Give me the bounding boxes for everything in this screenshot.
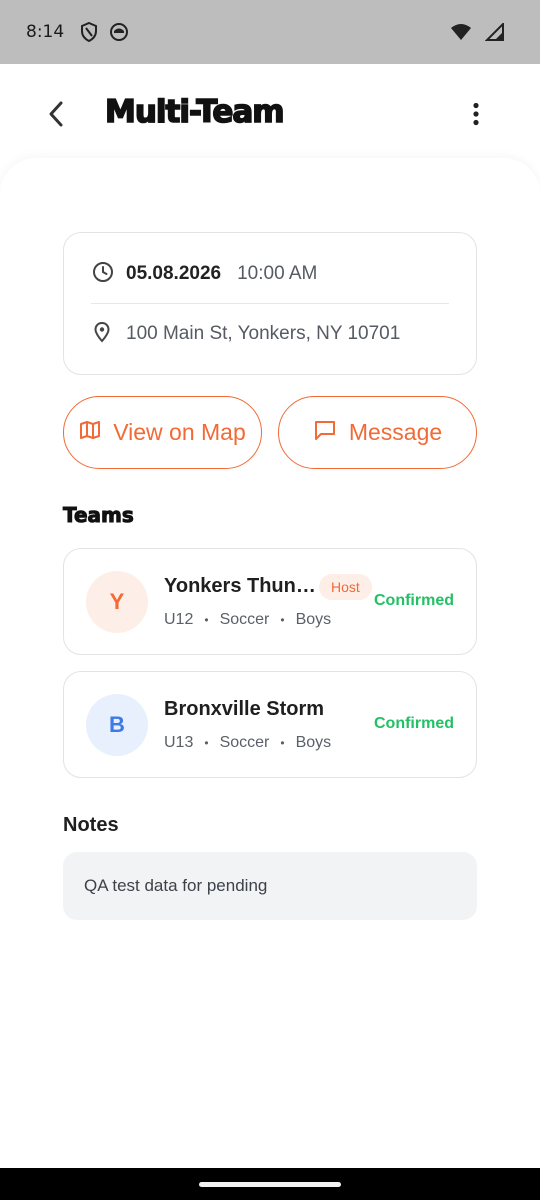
team-meta: U13 • Soccer • Boys [164, 734, 331, 752]
map-icon [79, 419, 101, 446]
more-options-button[interactable] [456, 96, 496, 136]
clock-icon [92, 261, 114, 288]
view-on-map-label: View on Map [113, 419, 246, 445]
team-age-group: U12 [164, 611, 194, 628]
location-pin-icon [92, 321, 112, 348]
team-gender: Boys [295, 611, 332, 628]
date-time-row: 05.08.2026 10:00 AM [92, 259, 317, 289]
wifi-icon [450, 21, 472, 43]
address-row: 100 Main St, Yonkers, NY 10701 [92, 319, 400, 349]
signal-icon [484, 21, 506, 43]
team-name: Bronxville Storm [164, 698, 325, 720]
notes-box: QA test data for pending [63, 852, 477, 920]
separator-dot: • [204, 736, 209, 750]
team-sport: Soccer [219, 611, 270, 628]
view-on-map-button[interactable]: View on Map [63, 396, 262, 469]
status-time: 8:14 [26, 22, 65, 42]
app-bar: Multi-Team [0, 64, 540, 168]
notes-heading: Notes [63, 814, 119, 836]
host-badge: Host [319, 574, 372, 600]
notes-text: QA test data for pending [84, 876, 268, 895]
page-title: Multi-Team [104, 93, 285, 131]
team-card[interactable]: B Bronxville Storm U13 • Soccer • Boys C… [63, 671, 477, 778]
app-notification-icon [108, 21, 130, 43]
team-age-group: U13 [164, 734, 194, 751]
separator-dot: • [280, 736, 285, 750]
event-date: 05.08.2026 [126, 263, 222, 284]
status-badge: Confirmed [374, 715, 454, 732]
team-avatar: Y [86, 571, 148, 633]
back-button[interactable] [36, 96, 76, 136]
event-info-card: 05.08.2026 10:00 AM 100 Main St, Yonkers… [63, 232, 477, 375]
more-vertical-icon [472, 102, 480, 131]
divider [91, 303, 449, 304]
team-avatar: B [86, 694, 148, 756]
team-card[interactable]: Y Yonkers Thun… Host U12 • Soccer • Boys… [63, 548, 477, 655]
status-right [450, 21, 514, 43]
event-time: 10:00 AM [237, 263, 318, 284]
team-meta: U12 • Soccer • Boys [164, 611, 331, 629]
separator-dot: • [204, 613, 209, 627]
team-sport: Soccer [219, 734, 270, 751]
event-address: 100 Main St, Yonkers, NY 10701 [126, 323, 401, 344]
system-nav-bar [0, 1168, 540, 1200]
message-button[interactable]: Message [278, 396, 477, 469]
team-gender: Boys [295, 734, 332, 751]
home-indicator[interactable] [199, 1182, 341, 1187]
message-label: Message [348, 419, 443, 445]
status-bar: 8:14 [0, 0, 540, 64]
shield-icon [78, 21, 100, 43]
separator-dot: • [280, 613, 285, 627]
status-badge: Confirmed [374, 592, 454, 609]
chevron-left-icon [45, 100, 67, 133]
teams-heading: Teams [63, 503, 135, 528]
message-icon [313, 419, 337, 446]
team-name: Yonkers Thun… [164, 575, 316, 597]
